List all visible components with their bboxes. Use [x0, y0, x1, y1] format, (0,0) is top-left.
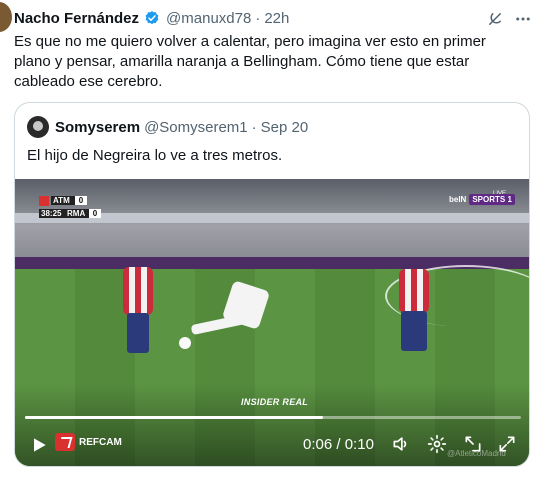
refcam-badge: REFCAM — [55, 433, 122, 451]
scoreboard-score1: 0 — [75, 196, 87, 205]
dot-separator: · — [255, 9, 261, 27]
player-right — [399, 269, 429, 313]
progress-bar[interactable] — [25, 416, 521, 419]
fullscreen-icon[interactable] — [497, 434, 517, 454]
quote-tweet-card[interactable]: Somyserem @Somyserem1 · Sep 20 El hijo d… — [14, 102, 530, 467]
team1-logo-icon — [39, 195, 49, 206]
scoreboard-team2: RMA — [65, 209, 89, 218]
time-separator: / — [332, 436, 345, 453]
quote-dot-separator: · — [251, 118, 257, 136]
tweet-header: Nacho Fernández @manuxd78 · 22h — [14, 8, 289, 28]
refcam-label: REFCAM — [79, 436, 122, 448]
broadcaster-word: beIN — [449, 195, 467, 204]
gear-icon[interactable] — [427, 434, 447, 454]
broadcaster-logo: beIN SPORTS 1 — [449, 194, 515, 205]
scoreboard-score2: 0 — [89, 209, 101, 218]
play-icon[interactable] — [29, 435, 49, 455]
football — [179, 337, 191, 349]
player-right-legs — [401, 311, 427, 351]
author-handle[interactable]: @manuxd78 — [166, 10, 251, 27]
player-left — [123, 267, 153, 315]
scoreboard-team1: ATM — [51, 196, 75, 205]
quote-author-name[interactable]: Somyserem — [55, 119, 140, 136]
author-name[interactable]: Nacho Fernández — [14, 10, 139, 27]
quote-avatar[interactable] — [27, 116, 49, 138]
volume-icon[interactable] — [391, 434, 411, 454]
player-left-legs — [127, 313, 149, 353]
tweet-time[interactable]: 22h — [264, 10, 289, 27]
broadcaster-channel: SPORTS 1 — [469, 194, 515, 205]
quote-date[interactable]: Sep 20 — [261, 119, 309, 136]
verified-badge-icon — [145, 11, 159, 25]
quote-header: Somyserem @Somyserem1 · Sep 20 — [27, 115, 308, 139]
quote-handle[interactable]: @Somyserem1 — [144, 119, 248, 136]
grok-icon[interactable] — [486, 10, 504, 28]
duration: 0:10 — [344, 436, 374, 453]
quote-text: El hijo de Negreira lo ve a tres metros. — [27, 147, 283, 164]
refcam-logo-icon — [55, 433, 75, 451]
video-player[interactable]: ATM 0 38:25 RMA 0 LIVE beIN SPORTS 1 INS… — [15, 179, 529, 466]
tweet-text: Es que no me quiero volver a calentar, p… — [14, 33, 486, 90]
video-time: 0:06 / 0:10 — [303, 436, 374, 453]
picture-in-picture-icon[interactable] — [463, 434, 483, 454]
current-time: 0:06 — [303, 436, 333, 453]
author-avatar[interactable] — [0, 2, 12, 32]
scoreboard: ATM 0 38:25 RMA 0 — [39, 194, 101, 220]
progress-fill — [25, 416, 323, 419]
scoreboard-clock: 38:25 — [39, 209, 65, 218]
video-watermark: INSIDER REAL — [241, 397, 309, 407]
more-icon[interactable] — [514, 10, 532, 28]
